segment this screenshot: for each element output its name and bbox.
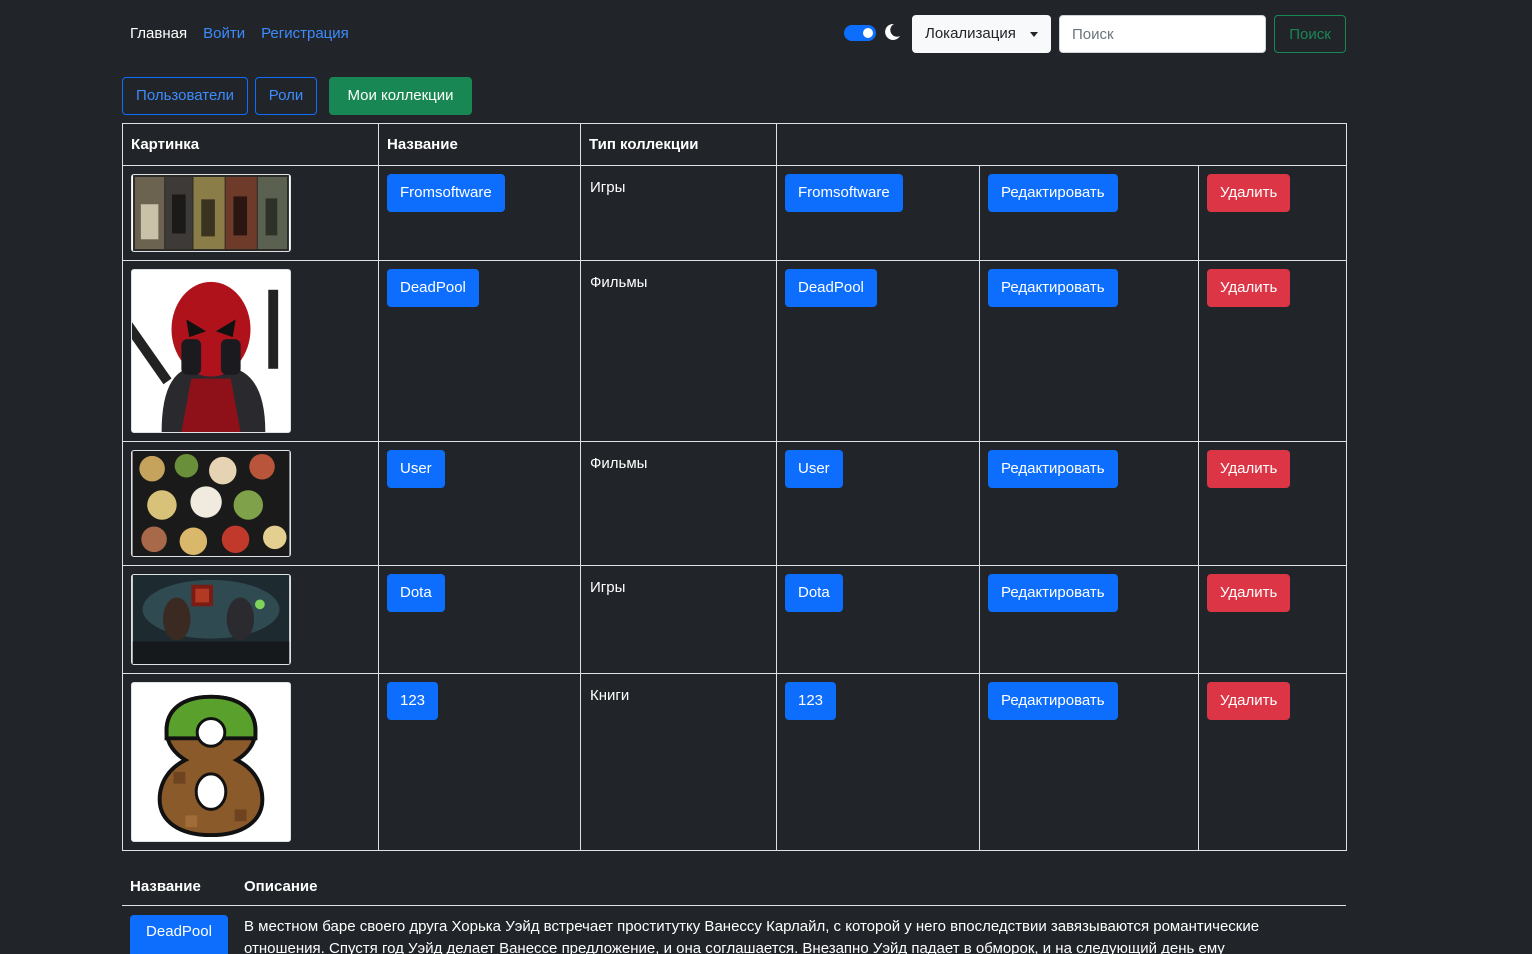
collection-type: Игры <box>590 579 626 596</box>
collection-type: Фильмы <box>590 274 648 291</box>
delete-cell: Удалить <box>1197 441 1348 566</box>
open-cell: DeadPool <box>776 260 980 442</box>
header-name: Название <box>378 123 581 166</box>
edit-button[interactable]: Редактировать <box>988 450 1118 488</box>
users-tab-button[interactable]: Пользователи <box>122 77 248 115</box>
image-cell <box>122 565 379 674</box>
open-collection-button[interactable]: User <box>785 450 843 488</box>
roles-tab-button[interactable]: Роли <box>255 77 317 115</box>
edit-cell: Редактировать <box>979 441 1199 566</box>
header-image: Картинка <box>122 123 379 166</box>
type-cell: Игры <box>580 565 777 674</box>
image-cell <box>122 260 379 442</box>
search-input[interactable] <box>1059 15 1266 53</box>
open-collection-button[interactable]: DeadPool <box>785 269 877 307</box>
edit-button[interactable]: Редактировать <box>988 269 1118 307</box>
collection-image <box>131 574 291 665</box>
edit-cell: Редактировать <box>979 673 1199 851</box>
open-cell: Dota <box>776 565 980 674</box>
type-cell: Игры <box>580 165 777 261</box>
table-header-row: Картинка Название Тип коллекции <box>122 123 1348 166</box>
nav-links: Главная Войти Регистрация <box>130 25 349 42</box>
open-cell: User <box>776 441 980 566</box>
collection-image <box>131 450 291 557</box>
collection-name-button[interactable]: Fromsoftware <box>387 174 505 212</box>
name-cell: User <box>378 441 581 566</box>
edit-cell: Редактировать <box>979 565 1199 674</box>
delete-cell: Удалить <box>1197 673 1348 851</box>
open-collection-button[interactable]: 123 <box>785 682 837 720</box>
collection-image <box>131 269 291 433</box>
table-row: Fromsoftware Игры Fromsoftware Редактиро… <box>122 165 1348 261</box>
name-cell: Dota <box>378 565 581 674</box>
collection-image <box>131 174 291 252</box>
open-collection-button[interactable]: Fromsoftware <box>785 174 903 212</box>
details-header-row: Название Описание <box>122 868 1346 906</box>
edit-cell: Редактировать <box>979 260 1199 442</box>
edit-button[interactable]: Редактировать <box>988 682 1118 720</box>
table-row: User Фильмы User Редактировать Удалить <box>122 441 1348 566</box>
collection-name-button[interactable]: Dota <box>387 574 445 612</box>
moon-icon <box>885 23 900 40</box>
delete-button[interactable]: Удалить <box>1207 574 1291 612</box>
delete-cell: Удалить <box>1197 260 1348 442</box>
delete-button[interactable]: Удалить <box>1207 269 1291 307</box>
table-row: DeadPool Фильмы DeadPool Редактировать У… <box>122 260 1348 442</box>
nav-login-link[interactable]: Войти <box>203 25 245 42</box>
name-cell: 123 <box>378 673 581 851</box>
collection-type: Игры <box>590 179 626 196</box>
details-table: Название Описание DeadPool В местном бар… <box>122 868 1346 954</box>
open-cell: Fromsoftware <box>776 165 980 261</box>
edit-button[interactable]: Редактировать <box>988 574 1118 612</box>
delete-cell: Удалить <box>1197 565 1348 674</box>
navbar: Главная Войти Регистрация Локализация По… <box>0 0 1532 70</box>
collection-name-button[interactable]: User <box>387 450 445 488</box>
details-description: В местном баре своего друга Хорька Уэйд … <box>244 918 1260 954</box>
delete-button[interactable]: Удалить <box>1207 682 1291 720</box>
localization-dropdown[interactable]: Локализация <box>912 15 1051 53</box>
toggle-knob <box>863 28 873 38</box>
details-name-button[interactable]: DeadPool <box>130 915 228 954</box>
edit-cell: Редактировать <box>979 165 1199 261</box>
details-row: DeadPool В местном баре своего друга Хор… <box>122 906 1346 954</box>
image-cell <box>122 673 379 851</box>
details-header-description: Описание <box>244 878 318 895</box>
header-type: Тип коллекции <box>580 123 777 166</box>
open-cell: 123 <box>776 673 980 851</box>
collection-name-button[interactable]: DeadPool <box>387 269 479 307</box>
header-actions <box>775 123 1348 166</box>
nav-home-link[interactable]: Главная <box>130 25 187 42</box>
edit-button[interactable]: Редактировать <box>988 174 1118 212</box>
collection-name-button[interactable]: 123 <box>387 682 439 720</box>
image-cell <box>122 165 379 261</box>
theme-toggle-switch[interactable] <box>844 25 876 41</box>
delete-button[interactable]: Удалить <box>1207 174 1291 212</box>
nav-register-link[interactable]: Регистрация <box>261 25 349 42</box>
image-cell <box>122 441 379 566</box>
chevron-down-icon <box>1030 32 1038 37</box>
name-cell: Fromsoftware <box>378 165 581 261</box>
localization-label: Локализация <box>925 25 1016 42</box>
collection-image <box>131 682 291 842</box>
collection-type: Фильмы <box>590 455 648 472</box>
table-row: 123 Книги 123 Редактировать Удалить <box>122 673 1348 851</box>
collections-table: Картинка Название Тип коллекции Fromsoft… <box>122 123 1348 851</box>
type-cell: Книги <box>580 673 777 851</box>
collection-type: Книги <box>590 687 630 704</box>
search-button[interactable]: Поиск <box>1274 15 1346 53</box>
open-collection-button[interactable]: Dota <box>785 574 843 612</box>
name-cell: DeadPool <box>378 260 581 442</box>
my-collections-tab-button[interactable]: Мои коллекции <box>329 77 472 115</box>
delete-cell: Удалить <box>1197 165 1348 261</box>
type-cell: Фильмы <box>580 441 777 566</box>
table-row: Dota Игры Dota Редактировать Удалить <box>122 565 1348 674</box>
details-header-name: Название <box>130 878 201 895</box>
type-cell: Фильмы <box>580 260 777 442</box>
delete-button[interactable]: Удалить <box>1207 450 1291 488</box>
